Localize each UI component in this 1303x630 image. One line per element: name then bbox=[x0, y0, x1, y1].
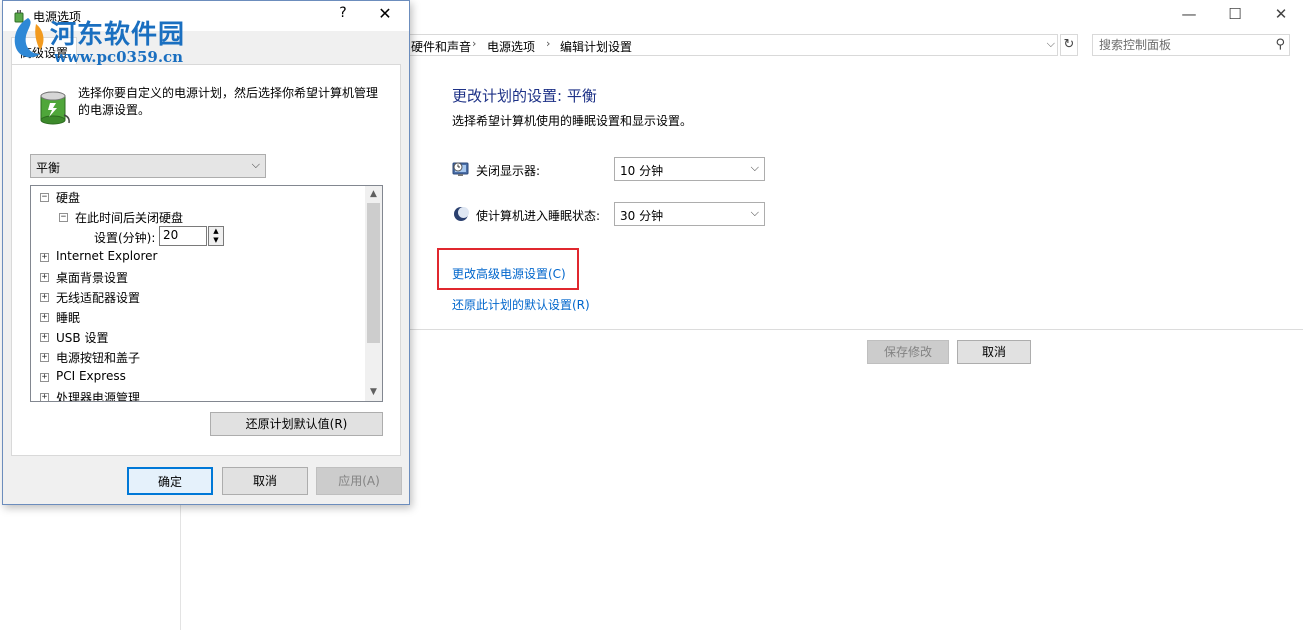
battery-icon bbox=[40, 91, 70, 125]
page-subtitle: 选择希望计算机使用的睡眠设置和显示设置。 bbox=[452, 114, 693, 128]
page-title: 更改计划的设置: 平衡 bbox=[452, 87, 597, 105]
chevron-down-icon[interactable]: ⌵ bbox=[1047, 37, 1055, 51]
tree-item[interactable]: 睡眠 bbox=[56, 309, 80, 326]
maximize-button[interactable]: ☐ bbox=[1212, 2, 1258, 26]
tree-item[interactable]: PCI Express bbox=[56, 369, 126, 383]
close-button[interactable]: ✕ bbox=[1258, 2, 1303, 26]
settings-tree[interactable]: − 硬盘 − 在此时间后关闭硬盘 设置(分钟): 20 ▲ ▼ + Intern… bbox=[30, 185, 383, 402]
save-button[interactable]: 保存修改 bbox=[867, 340, 949, 364]
scroll-thumb[interactable] bbox=[367, 203, 380, 343]
apply-button[interactable]: 应用(A) bbox=[316, 467, 402, 495]
tree-item[interactable]: 桌面背景设置 bbox=[56, 269, 128, 286]
dialog-title: 电源选项 bbox=[33, 10, 82, 24]
restore-plan-defaults-button[interactable]: 还原计划默认值(R) bbox=[210, 412, 383, 436]
breadcrumb-edit-plan[interactable]: 编辑计划设置 bbox=[560, 38, 632, 55]
ok-button[interactable]: 确定 bbox=[127, 467, 213, 495]
expand-icon[interactable]: + bbox=[40, 313, 49, 322]
tree-item[interactable]: USB 设置 bbox=[56, 329, 108, 346]
breadcrumb-separator-icon[interactable]: › bbox=[472, 37, 476, 50]
tree-item[interactable]: Internet Explorer bbox=[56, 249, 157, 263]
chevron-down-icon: ⌵ bbox=[750, 161, 759, 174]
tab-advanced-settings[interactable]: 高级设置 bbox=[11, 37, 78, 65]
chevron-down-icon: ⌵ bbox=[750, 206, 759, 219]
search-box[interactable]: ⚲ bbox=[1092, 34, 1290, 56]
power-options-dialog: 电源选项 ? ✕ 高级设置 选择你要自定义的电源计划，然后选择你希望计算机管理的… bbox=[2, 0, 410, 505]
help-button[interactable]: ? bbox=[333, 5, 353, 21]
sleep-value: 30 分钟 bbox=[620, 209, 664, 223]
breadcrumb-power-options[interactable]: 电源选项 bbox=[487, 38, 535, 55]
scroll-up-icon[interactable]: ▲ bbox=[365, 186, 382, 203]
breadcrumb-separator-icon[interactable]: › bbox=[546, 37, 550, 50]
display-off-select[interactable]: 10 分钟 ⌵ bbox=[614, 157, 765, 181]
collapse-icon[interactable]: − bbox=[40, 193, 49, 202]
left-pane-divider bbox=[180, 500, 181, 630]
dialog-description: 选择你要自定义的电源计划，然后选择你希望计算机管理的电源设置。 bbox=[78, 86, 379, 117]
dialog-close-button[interactable]: ✕ bbox=[373, 4, 397, 23]
expand-icon[interactable]: + bbox=[40, 273, 49, 282]
plan-value: 平衡 bbox=[36, 161, 61, 175]
advanced-power-settings-link[interactable]: 更改高级电源设置(C) bbox=[452, 265, 566, 282]
main-divider bbox=[410, 329, 1303, 330]
scroll-down-icon[interactable]: ▼ bbox=[365, 384, 382, 401]
sleep-select[interactable]: 30 分钟 ⌵ bbox=[614, 202, 765, 226]
tree-item[interactable]: 处理器电源管理 bbox=[56, 389, 140, 401]
search-input[interactable] bbox=[1093, 35, 1268, 55]
spin-down-icon[interactable]: ▼ bbox=[209, 236, 223, 245]
tree-item[interactable]: 无线适配器设置 bbox=[56, 289, 140, 306]
minutes-stepper[interactable]: ▲ ▼ bbox=[208, 226, 224, 246]
restore-defaults-link[interactable]: 还原此计划的默认设置(R) bbox=[452, 296, 590, 313]
dialog-titlebar[interactable]: 电源选项 ? ✕ bbox=[3, 1, 409, 31]
collapse-icon[interactable]: − bbox=[59, 213, 68, 222]
expand-icon[interactable]: + bbox=[40, 333, 49, 342]
expand-icon[interactable]: + bbox=[40, 253, 49, 262]
tree-item-harddisk[interactable]: 硬盘 bbox=[56, 189, 80, 206]
dialog-cancel-button[interactable]: 取消 bbox=[222, 467, 308, 495]
moon-icon bbox=[454, 207, 469, 221]
tree-scrollbar[interactable]: ▲ ▼ bbox=[365, 186, 382, 401]
tree-item[interactable]: 电源按钮和盖子 bbox=[56, 349, 140, 366]
advanced-settings-panel: 选择你要自定义的电源计划，然后选择你希望计算机管理的电源设置。 平衡 ⌵ − 硬… bbox=[11, 64, 401, 456]
refresh-icon[interactable]: ↻ bbox=[1060, 34, 1078, 56]
tree-item-harddisk-off[interactable]: 在此时间后关闭硬盘 bbox=[75, 209, 183, 226]
expand-icon[interactable]: + bbox=[40, 353, 49, 362]
display-off-value: 10 分钟 bbox=[620, 164, 664, 178]
expand-icon[interactable]: + bbox=[40, 293, 49, 302]
breadcrumb-hardware-sound[interactable]: 硬件和声音 bbox=[411, 38, 471, 55]
search-icon[interactable]: ⚲ bbox=[1275, 37, 1285, 52]
power-plug-icon bbox=[14, 10, 24, 23]
cancel-button[interactable]: 取消 bbox=[957, 340, 1031, 364]
minutes-input[interactable]: 20 bbox=[159, 226, 207, 246]
monitor-clock-icon bbox=[452, 162, 469, 176]
plan-select[interactable]: 平衡 ⌵ bbox=[30, 154, 266, 178]
expand-icon[interactable]: + bbox=[40, 393, 49, 401]
minimize-button[interactable]: — bbox=[1166, 2, 1212, 26]
spin-up-icon[interactable]: ▲ bbox=[209, 227, 223, 236]
display-off-label: 关闭显示器: bbox=[476, 164, 541, 178]
sleep-label: 使计算机进入睡眠状态: bbox=[476, 209, 601, 223]
expand-icon[interactable]: + bbox=[40, 373, 49, 382]
setting-minutes-label: 设置(分钟): bbox=[94, 231, 156, 245]
chevron-down-icon: ⌵ bbox=[251, 158, 260, 171]
